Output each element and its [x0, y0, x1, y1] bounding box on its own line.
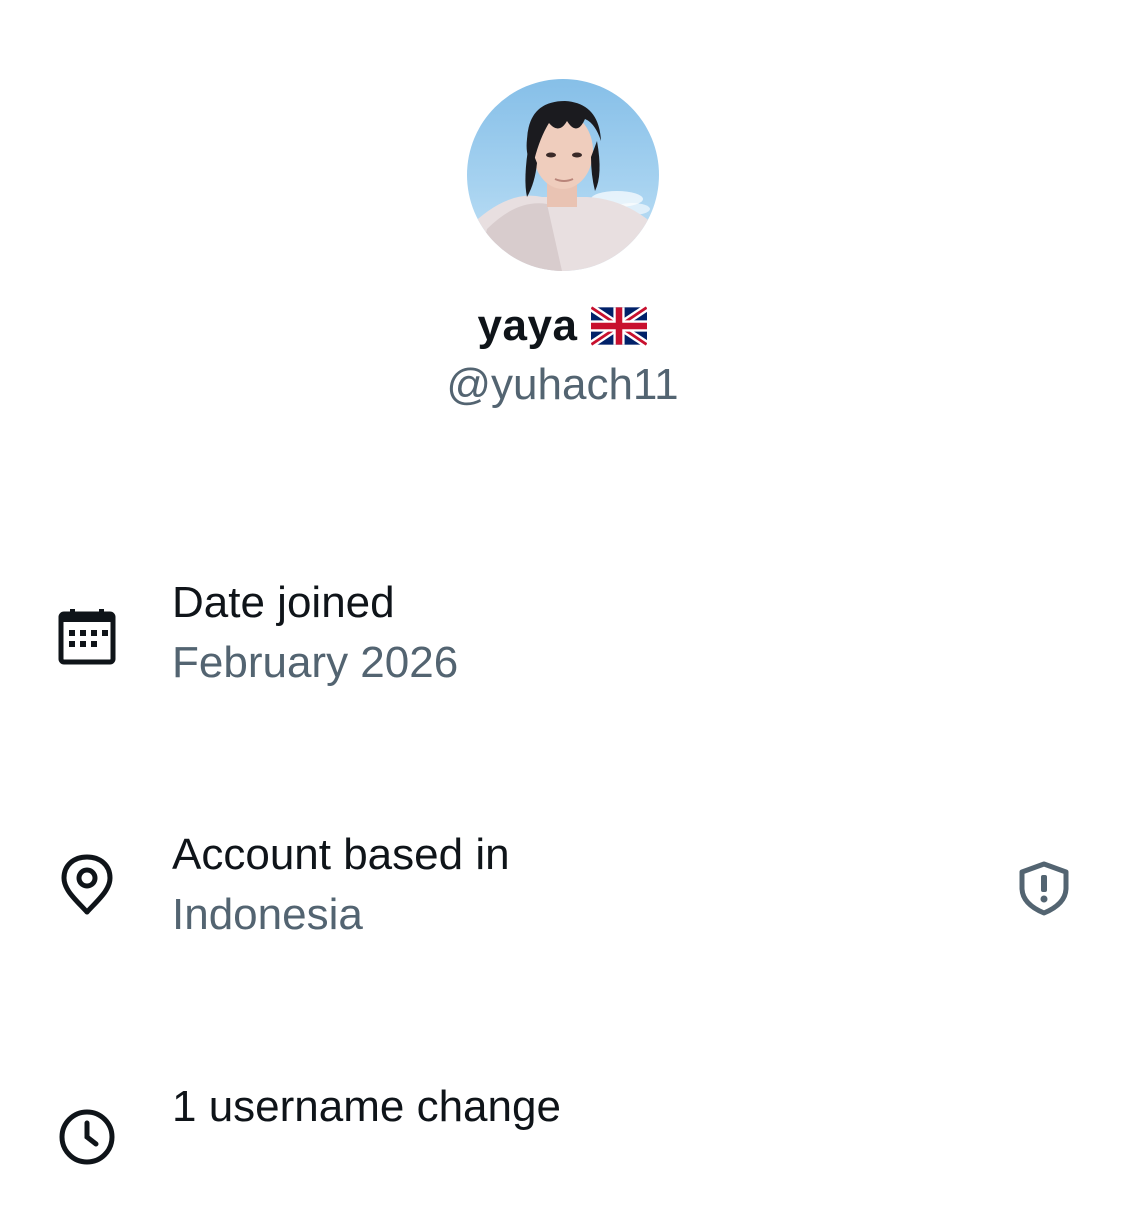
- account-location-label: Account based in: [172, 830, 510, 879]
- calendar-icon: [56, 606, 118, 668]
- uk-flag-icon: [591, 306, 648, 346]
- account-location-row: Account based in Indonesia: [0, 830, 1125, 960]
- avatar[interactable]: [467, 79, 659, 271]
- name-row: yaya: [0, 298, 1125, 354]
- shield-alert-icon[interactable]: [1016, 860, 1072, 916]
- location-pin-icon: [56, 854, 118, 916]
- avatar-photo: [467, 101, 659, 271]
- profile-header: yaya @yuhach11: [0, 0, 1125, 430]
- display-name: yaya: [477, 301, 578, 350]
- date-joined-row: Date joined February 2026: [0, 578, 1125, 708]
- date-joined-value: February 2026: [172, 638, 459, 687]
- date-joined-label: Date joined: [172, 578, 395, 627]
- username-change-row: 1 username change: [0, 1082, 1125, 1212]
- username-handle: @yuhach11: [446, 360, 679, 409]
- account-location-value: Indonesia: [172, 890, 363, 939]
- history-icon: [56, 1106, 118, 1168]
